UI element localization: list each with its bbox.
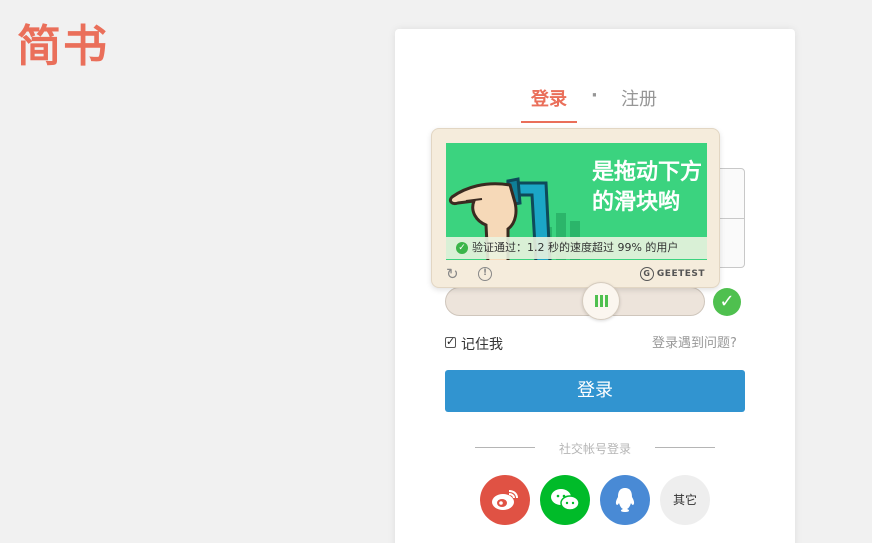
weibo-login-button[interactable] <box>480 475 530 525</box>
verified-check-icon: ✓ <box>713 288 741 316</box>
social-login-title: 社交帐号登录 <box>558 442 631 456</box>
captcha-slider-track[interactable] <box>445 287 705 316</box>
divider-left <box>475 447 535 448</box>
tab-login[interactable]: 登录 <box>521 85 577 123</box>
auth-tabs: 登录 · 注册 <box>395 85 795 123</box>
refresh-icon[interactable]: ↻ <box>446 266 459 282</box>
other-login-button[interactable]: 其它 <box>660 475 710 525</box>
check-circle-icon: ✓ <box>456 242 468 254</box>
jianshu-logo[interactable]: 简书 <box>17 10 109 74</box>
tab-register[interactable]: 注册 <box>621 85 657 111</box>
qq-icon <box>615 488 635 512</box>
captcha-hint-text: 是拖动下方的滑块哟 <box>592 159 703 215</box>
wechat-login-button[interactable] <box>540 475 590 525</box>
geetest-brand[interactable]: G GEETEST <box>639 267 705 281</box>
captcha-image: 是拖动下方的滑块哟 ✓ 验证通过：1.2 秒的速度超过 99% 的用户 <box>446 143 707 260</box>
weibo-icon <box>492 490 518 510</box>
tab-separator: · <box>591 85 598 106</box>
remember-me[interactable]: 记住我 <box>445 334 503 354</box>
captcha-toolbar: ↻ ! G GEETEST <box>446 266 707 284</box>
captcha-result: ✓ 验证通过：1.2 秒的速度超过 99% 的用户 <box>446 237 707 259</box>
captcha-result-text: 验证通过：1.2 秒的速度超过 99% 的用户 <box>472 241 679 254</box>
divider-right <box>655 447 715 448</box>
captcha-popup: 是拖动下方的滑块哟 ✓ 验证通过：1.2 秒的速度超过 99% 的用户 ↻ ! … <box>431 128 720 288</box>
geetest-logo-icon: G <box>639 267 654 281</box>
remember-checkbox[interactable] <box>445 335 456 348</box>
login-trouble-link[interactable]: 登录遇到问题? <box>652 332 737 351</box>
qq-login-button[interactable] <box>600 475 650 525</box>
login-button[interactable]: 登录 <box>445 370 745 412</box>
captcha-slider-knob[interactable] <box>582 282 620 320</box>
wechat-icon <box>551 489 580 511</box>
info-icon[interactable]: ! <box>478 267 492 281</box>
remember-label: 记住我 <box>461 337 503 353</box>
